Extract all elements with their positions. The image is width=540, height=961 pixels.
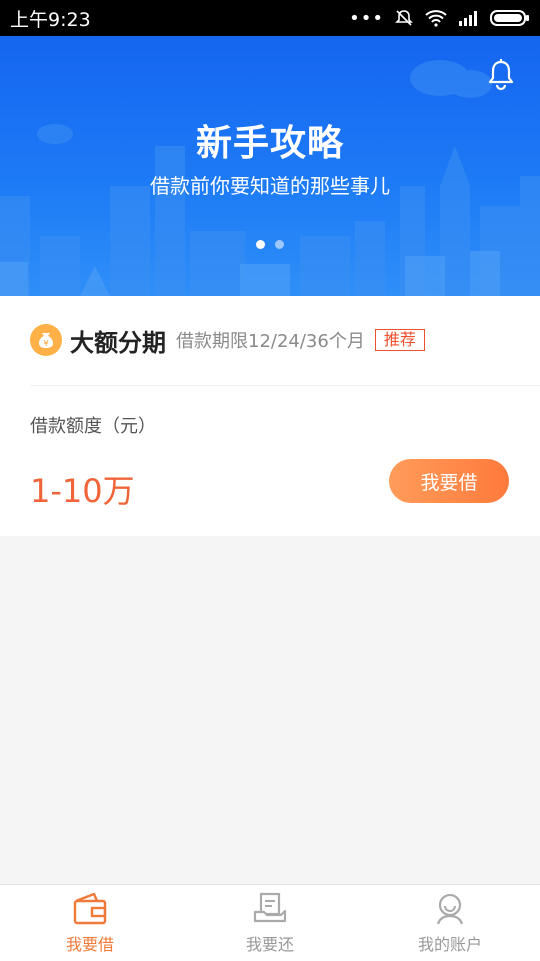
tab-repay[interactable]: 我要还 [180, 885, 360, 961]
repay-icon [253, 892, 287, 923]
status-icons: ••• [349, 8, 530, 29]
wifi-icon [425, 10, 447, 27]
borrow-button[interactable]: 我要借 [389, 459, 509, 503]
tab-label: 我要借 [65, 935, 114, 954]
more-dots-icon: ••• [349, 7, 384, 29]
user-icon [436, 893, 464, 925]
money-bag-icon: ¥ [30, 324, 62, 356]
amount-value: 1-10万 [30, 472, 135, 510]
tab-account[interactable]: 我的账户 [360, 885, 540, 961]
battery-icon [490, 10, 529, 26]
tab-label: 我的账户 [417, 935, 482, 954]
status-time: 上午9:23 [10, 8, 91, 31]
banner-title: 新手攻略 [195, 123, 344, 164]
banner-subtitle: 借款前你要知道的那些事儿 [150, 174, 390, 198]
mute-bell-icon [395, 10, 413, 26]
status-bar: 上午9:23 ••• [0, 0, 540, 36]
loan-product-card: ¥ 大额分期 借款期限12/24/36个月 推荐 借款额度（元） 1-10万 我… [0, 296, 540, 536]
recommend-badge: 推荐 [374, 329, 425, 351]
banner-carousel[interactable]: 新手攻略 借款前你要知道的那些事儿 [0, 36, 540, 296]
amount-label: 借款额度（元） [30, 416, 156, 437]
carousel-dot-1[interactable] [256, 240, 265, 249]
carousel-indicator [0, 240, 540, 249]
product-term: 借款期限12/24/36个月 [176, 331, 365, 352]
product-name: 大额分期 [70, 328, 166, 357]
svg-text:¥: ¥ [43, 339, 48, 348]
signal-icon [459, 11, 477, 26]
city-skyline-illustration [0, 60, 540, 296]
wallet-icon [73, 892, 107, 925]
notification-bell-icon[interactable] [486, 58, 516, 92]
tab-label: 我要还 [245, 935, 294, 954]
carousel-dot-2[interactable] [275, 240, 284, 249]
product-header: ¥ 大额分期 借款期限12/24/36个月 推荐 [30, 322, 425, 358]
divider [30, 385, 540, 386]
bottom-tab-bar: 我要借 我要还 我的账户 [0, 884, 540, 961]
tab-borrow[interactable]: 我要借 [0, 885, 180, 961]
